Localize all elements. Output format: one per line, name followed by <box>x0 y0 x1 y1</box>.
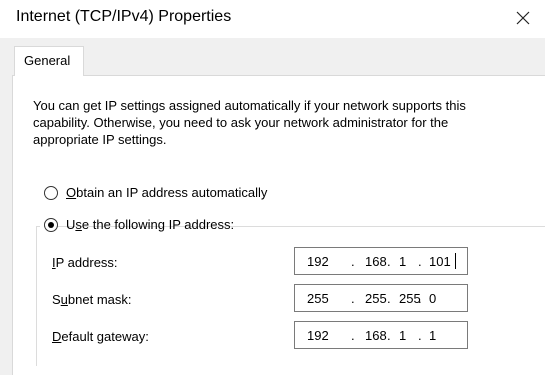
ip-dot: . <box>351 328 355 343</box>
ip-dot: . <box>387 254 391 269</box>
close-icon <box>516 11 530 25</box>
ip-octet-4: 1 <box>429 328 437 343</box>
description-text: You can get IP settings assigned automat… <box>33 98 466 147</box>
default-gateway-input[interactable]: 192 . 168 . 1 . 1 <box>294 321 468 349</box>
tab-general-label: General <box>24 53 71 68</box>
subnet-mask-label: Subnet mask: <box>52 292 132 307</box>
obtain-ip-automatically-radio[interactable] <box>44 186 58 200</box>
ip-octet-3: 1 <box>399 254 407 269</box>
ip-dot: . <box>351 254 355 269</box>
ip-dot: . <box>418 291 422 306</box>
title-bar: Internet (TCP/IPv4) Properties <box>0 0 545 38</box>
obtain-ip-automatically-label[interactable]: Obtain an IP address automatically <box>66 185 267 200</box>
default-gateway-label: Default gateway: <box>52 329 149 344</box>
ip-octet-2: 168 <box>365 254 387 269</box>
ip-octet-1: 192 <box>307 254 329 269</box>
ip-dot: . <box>418 254 422 269</box>
window-title: Internet (TCP/IPv4) Properties <box>16 8 232 25</box>
ip-octet-2: 255 <box>365 291 387 306</box>
ip-octet-4: 0 <box>429 291 437 306</box>
ip-dot: . <box>387 291 391 306</box>
ip-dot: . <box>351 291 355 306</box>
tab-general[interactable]: General <box>14 46 84 76</box>
use-following-ip-radio[interactable] <box>44 218 58 232</box>
close-button[interactable] <box>508 4 538 32</box>
subnet-mask-input[interactable]: 255 . 255 . 255 . 0 <box>294 284 468 312</box>
ip-dot: . <box>418 328 422 343</box>
ip-octet-2: 168 <box>365 328 387 343</box>
ip-address-input[interactable]: 192 . 168 . 1 . 101 <box>294 247 468 275</box>
text-caret <box>455 253 456 269</box>
ip-address-label: IP address: <box>52 255 118 270</box>
ip-dot: . <box>387 328 391 343</box>
ip-octet-4: 101 <box>429 254 451 269</box>
ip-octet-1: 255 <box>307 291 329 306</box>
use-following-ip-label[interactable]: Use the following IP address: <box>66 217 234 232</box>
ip-octet-3: 1 <box>399 328 407 343</box>
ip-octet-1: 192 <box>307 328 329 343</box>
